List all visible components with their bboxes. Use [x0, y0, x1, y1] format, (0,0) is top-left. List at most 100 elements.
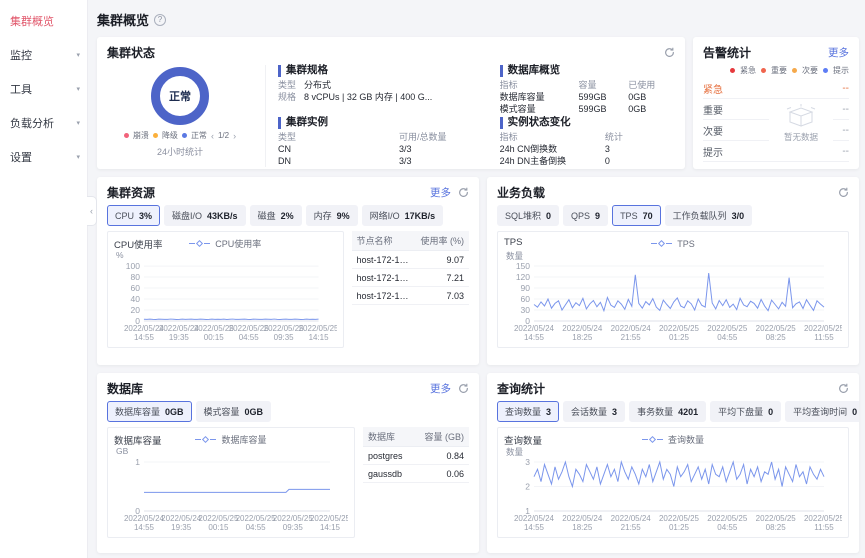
table-row[interactable]: host-172-16-3... 7.21: [351, 268, 469, 287]
main-content: 集群概览 ? 集群状态 正常 崩溃 降级 正常 ‹ 1/2 › 24小时统计 集…: [88, 0, 865, 558]
refresh-icon[interactable]: [838, 383, 849, 394]
cell: DN: [278, 155, 291, 166]
more-link[interactable]: 更多: [430, 185, 451, 200]
cell: 599GB: [578, 103, 607, 114]
cell: 7.21: [415, 268, 469, 287]
col-header: 指标: [499, 79, 518, 90]
svg-text:2022/05/2504:55: 2022/05/25 04:55: [707, 324, 748, 342]
section-db-overview: 数据库概览 指标 容量 已使用 数据库容量 599GB 0GB 模式容量 599…: [499, 64, 675, 115]
metric-label: 事务数量: [637, 407, 674, 417]
cluster-resources-card: 集群资源 更多 CPU 3% 磁盘I/O 43KB/s 磁盘 2% 内存 9% 网络I/…: [97, 177, 479, 365]
metric-value: 9%: [336, 210, 350, 221]
tps-line-chart: 03060901201502022/05/24 14:552022/05/24 18…: [514, 261, 842, 342]
cell: 0: [604, 155, 610, 166]
legend-line-icon: [656, 439, 663, 440]
col-header: 容量: [578, 79, 597, 90]
svg-text:40: 40: [131, 294, 141, 304]
hint-dot-icon: [823, 68, 828, 73]
table-row[interactable]: host-172-16-3... 9.07: [351, 250, 469, 269]
metric-tab-db-capacity[interactable]: 数据库容量 0GB: [107, 401, 192, 422]
legend-label: 次要: [802, 66, 818, 75]
chart-legend[interactable]: 查询数量: [641, 433, 704, 446]
metric-value: 3/0: [731, 210, 745, 221]
pager-next-icon[interactable]: ›: [233, 131, 236, 141]
metric-tab-schema-capacity[interactable]: 模式容量 0GB: [195, 401, 272, 422]
metric-tab-qps[interactable]: QPS 9: [563, 205, 609, 226]
refresh-icon[interactable]: [458, 187, 469, 198]
cell: 0GB: [628, 91, 647, 102]
card-title: 查询统计: [497, 381, 546, 396]
alarm-row-critical[interactable]: 紧急 --: [703, 78, 849, 99]
metric-value: 0GB: [165, 406, 184, 417]
db-capacity-chart-box: 数据库容量 数据库容量 GB 0 1 2022/05/24 14:55 2022/05/…: [107, 427, 355, 538]
svg-text:2022/05/2414:55: 2022/05/24 14:55: [124, 514, 165, 532]
metric-value: 9: [595, 210, 601, 221]
card-title: 集群资源: [107, 185, 156, 200]
metric-tab-disk[interactable]: 磁盘 2%: [249, 205, 302, 226]
metric-tab-avg-spill[interactable]: 平均下盘量 0: [710, 401, 782, 422]
svg-text:30: 30: [521, 305, 531, 315]
cell: 3/3: [398, 143, 412, 154]
legend-label: TPS: [677, 238, 695, 249]
query-count-line-chart: 1232022/05/24 14:552022/05/24 18:252022/05…: [514, 457, 842, 532]
alarm-legend: 紧急 重要 次要 提示: [703, 65, 849, 76]
svg-text:2022/05/2504:55: 2022/05/25 04:55: [236, 514, 277, 532]
sidebar-item-load-analysis[interactable]: 负载分析 ▾: [0, 106, 87, 140]
cpu-usage-chart-box: CPU使用率 CPU使用率 % 0 20 40 60 80 100 2022/05/24 14…: [107, 231, 344, 348]
chart-legend[interactable]: 数据库容量: [195, 433, 267, 446]
cpu-usage-line-chart: 0204060801002022/05/24 14:552022/05/24 19:…: [124, 261, 337, 342]
sidebar-item-cluster-overview[interactable]: 集群概览: [0, 4, 87, 38]
section-instance-state-changes: 实例状态变化 指标 统计 24h CN倒换数 3 24h DN主备倒换 0: [499, 116, 675, 167]
chevron-down-icon: ▾: [76, 86, 80, 93]
metric-label: 模式容量: [203, 407, 240, 417]
metric-label: 平均下盘量: [718, 407, 764, 417]
metric-value: 3: [546, 406, 552, 417]
svg-text:2022/05/2508:25: 2022/05/25 08:25: [756, 324, 797, 342]
legend-diamond-icon: [658, 239, 666, 248]
legend-diamond-icon: [648, 435, 657, 444]
more-link[interactable]: 更多: [430, 381, 451, 396]
refresh-icon[interactable]: [458, 383, 469, 394]
metric-tab-sql-backlog[interactable]: SQL堆积 0: [497, 205, 560, 226]
section-title: 数据库概览: [499, 64, 675, 77]
chart-title: TPS: [504, 237, 523, 248]
sidebar-collapse-handle[interactable]: ‹: [87, 196, 97, 226]
card-title: 集群状态: [107, 45, 156, 60]
metric-tab-disk-io[interactable]: 磁盘I/O 43KB/s: [164, 205, 246, 226]
cell: 599GB: [578, 91, 607, 102]
metric-tab-query-count[interactable]: 查询数量 3: [497, 401, 560, 422]
chart-title: CPU使用率: [114, 240, 163, 251]
metric-value: 0: [768, 406, 774, 417]
metric-tab-avg-query-time[interactable]: 平均查询时间 0: [785, 401, 859, 422]
metric-tab-transaction-count[interactable]: 事务数量 4201: [629, 401, 707, 422]
metric-tab-tps[interactable]: TPS 70: [612, 205, 661, 226]
chevron-down-icon: ▾: [76, 120, 80, 127]
more-link[interactable]: 更多: [828, 45, 849, 60]
metric-tab-workload-queue[interactable]: 工作负载队列 3/0: [664, 205, 753, 226]
svg-text:2022/05/2419:35: 2022/05/24 19:35: [161, 514, 202, 532]
metric-tab-session-count[interactable]: 会话数量 3: [563, 401, 626, 422]
legend-label: 紧急: [740, 66, 756, 75]
metric-tab-network-io[interactable]: 网络I/O 17KB/s: [361, 205, 444, 226]
workload-metric-tabs: SQL堆积 0 QPS 9 TPS 70 工作负载队列 3/0: [497, 205, 849, 226]
svg-text:2022/05/2421:55: 2022/05/24 21:55: [611, 514, 652, 532]
chart-legend[interactable]: CPU使用率: [189, 237, 261, 250]
sidebar-item-monitor[interactable]: 监控 ▾: [0, 38, 87, 72]
sidebar-item-label: 集群概览: [10, 16, 54, 28]
sidebar-item-tools[interactable]: 工具 ▾: [0, 72, 87, 106]
table-row[interactable]: host-172-16-3... 7.03: [351, 286, 469, 305]
refresh-icon[interactable]: [838, 187, 849, 198]
svg-text:2022/05/2504:55: 2022/05/25 04:55: [707, 514, 748, 532]
pager-prev-icon[interactable]: ‹: [211, 131, 214, 141]
chart-legend[interactable]: TPS: [651, 239, 695, 249]
database-metric-tabs: 数据库容量 0GB 模式容量 0GB: [107, 401, 469, 422]
help-icon[interactable]: ?: [154, 13, 167, 26]
metric-tab-memory[interactable]: 内存 9%: [305, 205, 358, 226]
y-axis-unit: GB: [116, 446, 129, 456]
table-row[interactable]: postgres 0.84: [363, 446, 469, 465]
metric-tab-cpu[interactable]: CPU 3%: [107, 205, 161, 226]
table-row[interactable]: gaussdb 0.06: [363, 464, 469, 483]
refresh-icon[interactable]: [664, 47, 675, 58]
sidebar-item-settings[interactable]: 设置 ▾: [0, 140, 87, 174]
svg-text:2022/05/2511:55: 2022/05/25 11:55: [804, 514, 842, 532]
